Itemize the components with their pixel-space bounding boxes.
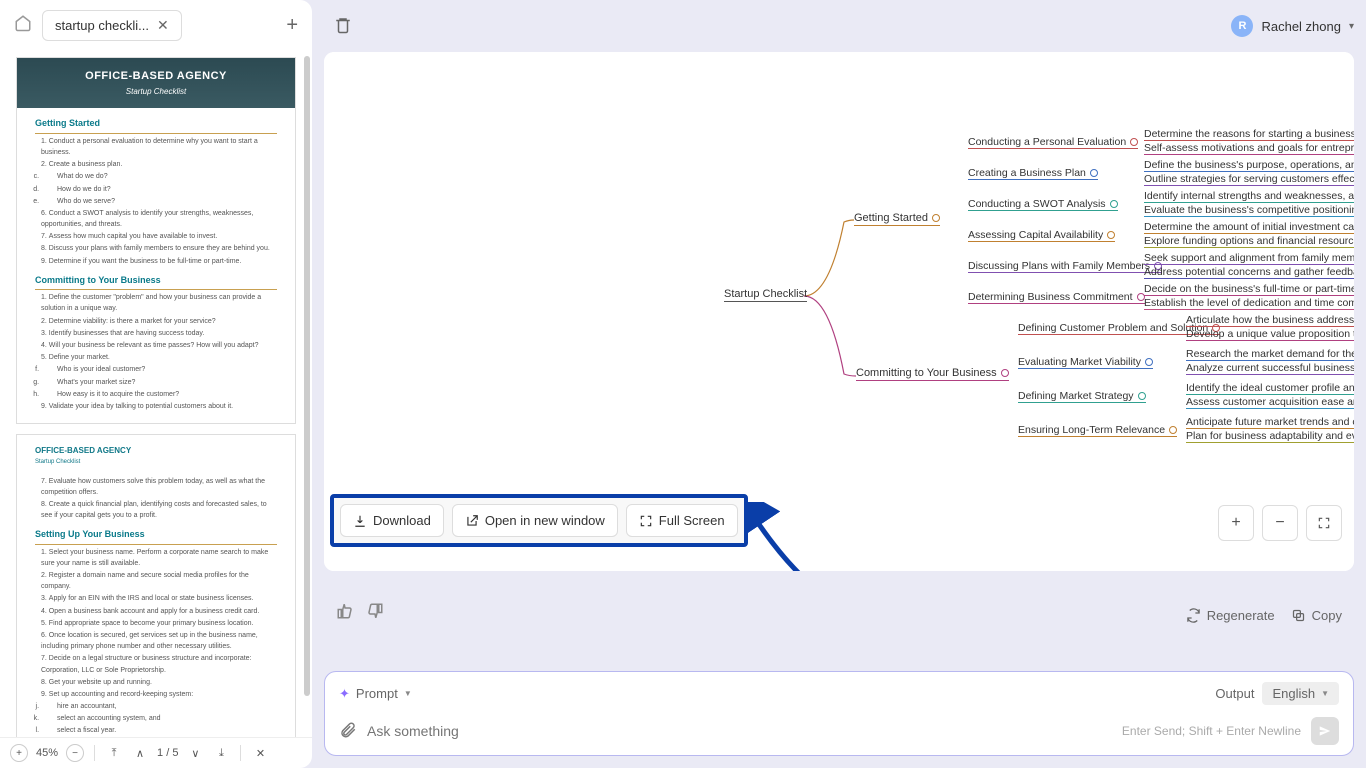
home-icon[interactable] [14,14,32,37]
new-tab-button[interactable]: + [286,14,298,37]
page-thumbnails[interactable]: OFFICE-BASED AGENCY Startup Checklist Ge… [0,51,312,737]
next-page-button[interactable]: ∨ [186,744,204,762]
mindmap-leaf[interactable]: Seek support and alignment from family m… [1144,252,1354,265]
fullscreen-button[interactable]: Full Screen [626,504,738,537]
mindmap-node[interactable]: Ensuring Long-Term Relevance [1018,424,1177,437]
send-button[interactable] [1311,717,1339,745]
mindmap-node[interactable]: Creating a Business Plan [968,167,1098,180]
zoom-out-button[interactable]: − [66,744,84,762]
download-button[interactable]: Download [340,504,444,537]
mindmap-leaf[interactable]: Outline strategies for serving customers… [1144,173,1354,186]
page-thumbnail-1[interactable]: OFFICE-BASED AGENCY Startup Checklist Ge… [16,57,296,424]
action-toolbar: Download Open in new window Full Screen [330,494,748,547]
user-menu[interactable]: R Rachel zhong ▾ [1231,15,1354,37]
trash-icon[interactable] [334,16,352,37]
mindmap-node[interactable]: Determining Business Commitment [968,291,1145,304]
page-title: OFFICE-BASED AGENCY [27,68,285,86]
mindmap-node[interactable]: Conducting a Personal Evaluation [968,136,1138,149]
mindmap-node[interactable]: Defining Market Strategy [1018,390,1146,403]
copy-button[interactable]: Copy [1291,608,1342,623]
mindmap-leaf[interactable]: Evaluate the business's competitive posi… [1144,204,1354,217]
mindmap-leaf[interactable]: Identify internal strengths and weakness… [1144,190,1354,203]
input-hint: Enter Send; Shift + Enter Newline [1122,724,1301,738]
remove-button[interactable]: − [1262,505,1298,541]
tab-title: startup checkli... [55,18,149,33]
avatar: R [1231,15,1253,37]
page-control-bar: + 45% − ⤒ ∧ 1 / 5 ∨ ⤓ ✕ [0,737,312,768]
mindmap-leaf[interactable]: Address potential concerns and gather fe… [1144,266,1354,279]
mindmap-root[interactable]: Startup Checklist [724,288,807,302]
expand-button[interactable] [1306,505,1342,541]
mindmap-node[interactable]: Conducting a SWOT Analysis [968,198,1118,211]
chevron-down-icon: ▾ [1349,21,1354,32]
mindmap-leaf[interactable]: Determine the reasons for starting a bus… [1144,128,1354,141]
mindmap-leaf[interactable]: Anticipate future market trends and chan… [1186,416,1354,429]
prompt-label: Prompt [356,686,398,701]
language-select[interactable]: English▼ [1262,682,1339,705]
mindmap-leaf[interactable]: Identify the ideal customer profile and … [1186,382,1354,395]
document-tab[interactable]: startup checkli... ✕ [42,10,182,41]
thumbs-up-icon[interactable] [336,602,354,623]
mindmap-leaf[interactable]: Determine the amount of initial investme… [1144,221,1354,234]
close-button[interactable]: ✕ [251,744,269,762]
mindmap-leaf[interactable]: Analyze current successful businesses fo… [1186,362,1354,375]
feedback-row [336,602,384,623]
add-button[interactable]: + [1218,505,1254,541]
thumbs-down-icon[interactable] [366,602,384,623]
mindmap-node[interactable]: Assessing Capital Availability [968,229,1115,242]
mindmap-leaf[interactable]: Establish the level of dedication and ti… [1144,297,1354,310]
main-panel: R Rachel zhong ▾ Startup Checklist Getti… [312,0,1366,768]
scrollbar[interactable] [304,56,310,696]
first-page-button[interactable]: ⤒ [105,744,123,762]
regenerate-button[interactable]: Regenerate [1186,608,1275,623]
mindmap-leaf[interactable]: Explore funding options and financial re… [1144,235,1354,248]
section-heading: Setting Up Your Business [35,527,277,544]
mindmap-leaf[interactable]: Decide on the business's full-time or pa… [1144,283,1354,296]
zoom-in-button[interactable]: + [10,744,28,762]
sparkle-icon: ✦ [339,686,350,702]
section-heading: Getting Started [35,116,277,133]
prev-page-button[interactable]: ∧ [131,744,149,762]
mindmap-leaf[interactable]: Research the market demand for the busin… [1186,348,1354,361]
attach-icon[interactable] [339,721,357,742]
mindmap-branch-1[interactable]: Getting Started [854,212,940,226]
mindmap-leaf[interactable]: Develop a unique value proposition to di… [1186,328,1354,341]
mindmap-leaf[interactable]: Articulate how the business addresses a … [1186,314,1354,327]
output-label: Output [1215,686,1254,701]
mindmap-leaf[interactable]: Define the business's purpose, operation… [1144,159,1354,172]
prompt-input[interactable] [367,723,1112,739]
section-heading: Committing to Your Business [35,273,277,290]
zoom-level: 45% [36,747,58,759]
page-thumbnail-2[interactable]: OFFICE-BASED AGENCY Startup Checklist Ev… [16,434,296,737]
prompt-box: ✦ Prompt ▼ Output English▼ Enter Send; S… [324,671,1354,756]
mindmap-leaf[interactable]: Plan for business adaptability and evolu… [1186,430,1354,443]
last-page-button[interactable]: ⤓ [212,744,230,762]
mindmap-leaf[interactable]: Self-assess motivations and goals for en… [1144,142,1354,155]
mindmap-branch-2[interactable]: Committing to Your Business [856,367,1009,381]
user-name: Rachel zhong [1261,19,1341,34]
page-indicator: 1 / 5 [157,747,178,759]
mindmap-node[interactable]: Evaluating Market Viability [1018,356,1153,369]
mindmap-node[interactable]: Discussing Plans with Family Members [968,260,1162,273]
chevron-down-icon[interactable]: ▼ [404,689,412,698]
mindmap-leaf[interactable]: Assess customer acquisition ease and val… [1186,396,1354,409]
close-icon[interactable]: ✕ [157,17,169,34]
mindmap-canvas: Startup Checklist Getting Started Commit… [324,52,1354,571]
page-subtitle: Startup Checklist [27,86,285,99]
open-new-window-button[interactable]: Open in new window [452,504,618,537]
canvas-controls: + − [1218,505,1342,541]
topbar: R Rachel zhong ▾ [324,0,1354,52]
tabbar: startup checkli... ✕ + [0,0,312,51]
sidebar: startup checkli... ✕ + OFFICE-BASED AGEN… [0,0,312,768]
